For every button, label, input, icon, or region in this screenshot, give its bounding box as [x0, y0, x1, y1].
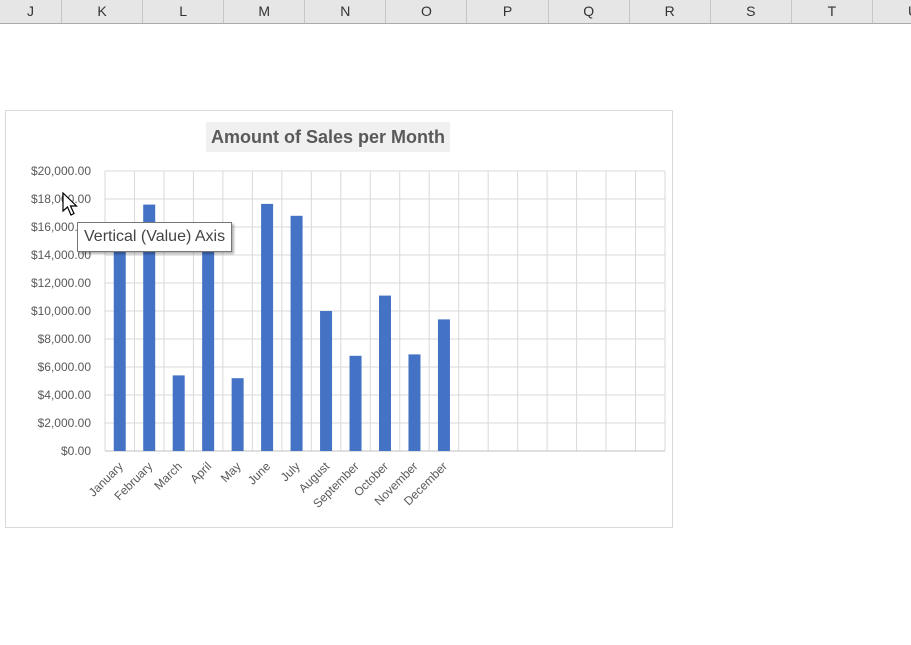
bar-june[interactable]: [261, 203, 274, 451]
bar-september[interactable]: [349, 355, 362, 451]
bar-november[interactable]: [408, 354, 421, 451]
bar-august[interactable]: [320, 311, 333, 451]
y-tick-label: $4,000.00: [38, 388, 92, 402]
x-tick-label: July: [278, 459, 303, 484]
y-tick-label: $8,000.00: [38, 332, 92, 346]
x-tick-label: April: [187, 459, 214, 486]
bar-october[interactable]: [379, 295, 391, 451]
x-tick-label: March: [151, 459, 184, 492]
y-tick-label: $6,000.00: [38, 360, 92, 374]
y-tick-label: $0.00: [61, 444, 91, 458]
plot-area[interactable]: $0.00 $2,000.00 $4,000.00 $6,000.00 $8,000.0…: [0, 0, 911, 645]
axis-tooltip: Vertical (Value) Axis: [77, 222, 233, 252]
bar-march[interactable]: [172, 375, 185, 451]
mouse-pointer-icon: [62, 192, 78, 216]
bar-january[interactable]: [113, 241, 126, 451]
bar-december[interactable]: [437, 319, 450, 451]
bar-april[interactable]: [202, 234, 215, 451]
x-tick-label: May: [218, 459, 244, 485]
y-tick-label: $12,000.00: [31, 276, 91, 290]
bar-may[interactable]: [231, 378, 244, 451]
y-tick-label: $10,000.00: [31, 304, 91, 318]
chart-title[interactable]: Amount of Sales per Month: [206, 122, 450, 152]
x-tick-label: June: [245, 459, 274, 488]
y-tick-label: $20,000.00: [31, 164, 91, 178]
bar-july[interactable]: [290, 215, 303, 451]
y-tick-label: $2,000.00: [38, 416, 92, 430]
